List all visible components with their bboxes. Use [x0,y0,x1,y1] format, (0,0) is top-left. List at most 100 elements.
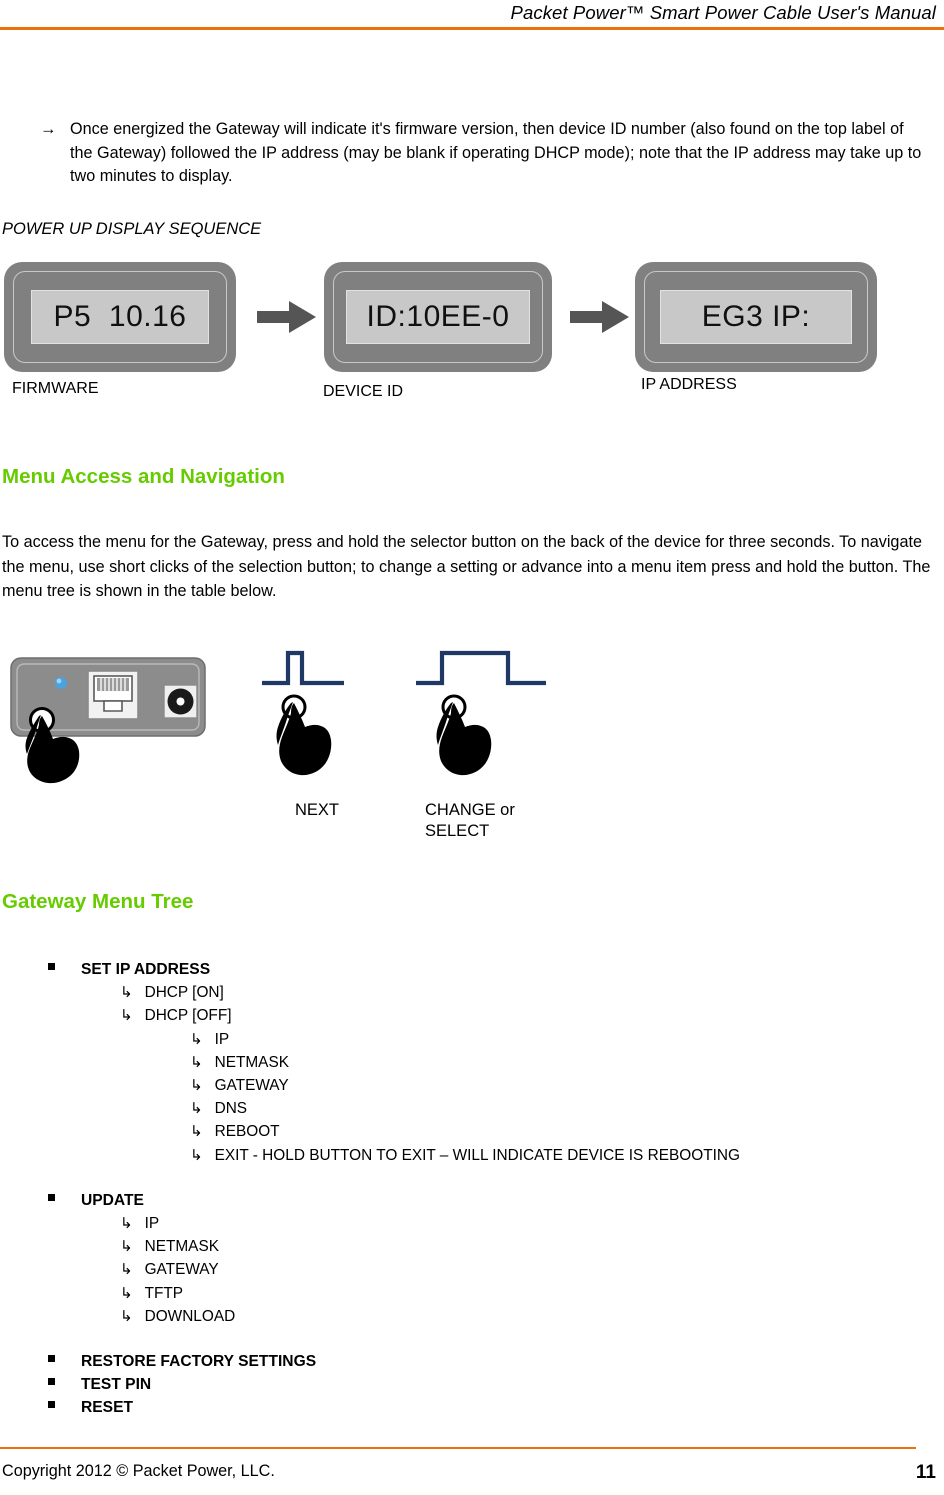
menu-group-spacer [0,1328,944,1350]
menu-item-label: GATEWAY [214,1077,289,1095]
intro-text: Once energized the Gateway will indicate… [70,120,922,185]
power-up-sequence-title: POWER UP DISPLAY SEQUENCE [2,220,262,238]
lcd-bezel: ID:10EE-0 [333,271,543,363]
power-jack-icon [163,684,198,719]
header-divider [0,27,944,30]
menu-item-sub: ↳ NETMASK [0,1235,944,1258]
power-up-display-sequence: P5 10.16 ID:10EE-0 EG3 IP: [0,262,944,412]
menu-item-top: RESET [0,1396,944,1419]
page-header: Packet Power™ Smart Power Cable User's M… [0,0,944,30]
gesture-label-next: NEXT [294,801,339,819]
intro-bullet: → Once energized the Gateway will indica… [40,118,924,189]
menu-item-sub: ↳ EXIT - HOLD BUTTON TO EXIT – WILL INDI… [0,1144,944,1167]
arrow-right-icon: → [40,120,57,138]
menu-item-label: UPDATE [81,1191,144,1209]
gesture-label-change-line1: CHANGE or [425,801,515,819]
short-pulse-icon [262,650,344,686]
menu-group-spacer [0,1167,944,1189]
menu-item-sub: ↳ DHCP [OFF] [0,1004,944,1027]
square-bullet-icon [48,1355,55,1363]
gesture-next-illustration [262,650,344,776]
menu-item-label: DHCP [ON] [144,984,224,1002]
menu-item-label: IP [214,1030,230,1048]
hook-arrow-icon: ↳ [120,1283,133,1302]
gateway-menu-tree-list: SET IP ADDRESS ↳ DHCP [ON] ↳ DHCP [OFF] … [0,958,944,1420]
lcd-screen: EG3 IP: [660,290,852,344]
status-led-icon [55,677,67,689]
menu-item-sub: ↳ GATEWAY [0,1074,944,1097]
menu-item-label: RESTORE FACTORY SETTINGS [81,1353,317,1371]
lcd-bezel: P5 10.16 [13,271,227,363]
square-bullet-icon [48,963,55,970]
hook-arrow-icon: ↳ [120,1214,133,1233]
menu-item-sub: ↳ DOWNLOAD [0,1305,944,1328]
hand-pointer-icon [276,694,332,776]
gesture-label-change-line2: SELECT [425,822,490,840]
hook-arrow-icon: ↳ [120,1006,133,1025]
footer-copyright: Copyright 2012 © Packet Power, LLC. [2,1462,275,1480]
square-bullet-icon [48,1401,55,1409]
lcd-screen: P5 10.16 [31,290,209,344]
menu-item-label: DNS [214,1100,248,1118]
gesture-change-select-illustration [416,650,546,776]
menu-item-label: DHCP [OFF] [144,1007,232,1025]
hook-arrow-icon: ↳ [190,1122,203,1141]
menu-item-label: REBOOT [214,1123,280,1141]
menu-item-label: IP [144,1215,160,1233]
menu-item-sub: ↳ DHCP [ON] [0,981,944,1004]
hook-arrow-icon: ↳ [190,1052,203,1071]
caption-ip-address: IP ADDRESS [641,376,737,393]
menu-item-label: NETMASK [144,1238,219,1256]
hook-arrow-icon: ↳ [190,1099,203,1118]
long-pulse-icon [416,650,546,686]
lcd-display-device-id: ID:10EE-0 [324,262,552,372]
square-bullet-icon [48,1193,55,1201]
menu-item-sub: ↳ REBOOT [0,1120,944,1143]
hand-pointer-icon [436,694,492,776]
menu-group: SET IP ADDRESS ↳ DHCP [ON] ↳ DHCP [OFF] … [0,958,944,1167]
hook-arrow-icon: ↳ [120,1306,133,1325]
sequence-arrow-icon [257,301,316,333]
hook-arrow-icon: ↳ [190,1029,203,1048]
menu-item-label: GATEWAY [144,1261,219,1279]
lcd-screen-text: P5 10.16 [53,300,187,333]
menu-item-label: TEST PIN [81,1376,152,1394]
hook-arrow-icon: ↳ [190,1076,203,1095]
menu-group: UPDATE ↳ IP ↳ NETMASK ↳ GATEWAY ↳ TFTP ↳… [0,1189,944,1328]
caption-device-id: DEVICE ID [323,383,404,400]
device-rear-panel-illustration [10,657,206,784]
menu-item-label: EXIT - HOLD BUTTON TO EXIT – WILL INDICA… [214,1146,740,1164]
lcd-screen: ID:10EE-0 [346,290,530,344]
menu-item-top: UPDATE [0,1189,944,1212]
gesture-label-change-select: CHANGE or SELECT [425,800,550,842]
page-number: 11 [915,1462,936,1483]
lcd-screen-text: EG3 IP: [701,300,811,333]
caption-firmware: FIRMWARE [12,380,99,397]
hook-arrow-icon: ↳ [190,1145,203,1164]
menu-access-paragraph: To access the menu for the Gateway, pres… [2,533,931,600]
menu-item-sub: ↳ GATEWAY [0,1258,944,1281]
menu-item-top: RESTORE FACTORY SETTINGS [0,1350,944,1373]
menu-item-sub: ↳ DNS [0,1097,944,1120]
ethernet-jack-icon [87,670,139,720]
lcd-display-firmware: P5 10.16 [4,262,236,372]
hook-arrow-icon: ↳ [120,983,133,1002]
heading-menu-access-and-navigation: Menu Access and Navigation [2,465,285,488]
menu-item-sub: ↳ NETMASK [0,1051,944,1074]
sequence-arrow-icon [570,301,629,333]
menu-item-top: TEST PIN [0,1373,944,1396]
menu-item-label: SET IP ADDRESS [81,961,211,978]
lcd-display-ip-address: EG3 IP: [635,262,877,372]
hook-arrow-icon: ↳ [120,1260,133,1279]
menu-item-label: NETMASK [214,1053,289,1071]
footer-divider [0,1446,916,1449]
menu-item-sub: ↳ TFTP [0,1282,944,1305]
hook-arrow-icon: ↳ [120,1237,133,1256]
heading-gateway-menu-tree: Gateway Menu Tree [2,890,194,913]
menu-item-label: RESET [81,1399,133,1417]
menu-item-label: TFTP [144,1284,184,1302]
menu-item-label: DOWNLOAD [144,1307,236,1325]
menu-item-top: SET IP ADDRESS [0,958,944,981]
menu-item-sub: ↳ IP [0,1028,944,1051]
square-bullet-icon [48,1378,55,1386]
